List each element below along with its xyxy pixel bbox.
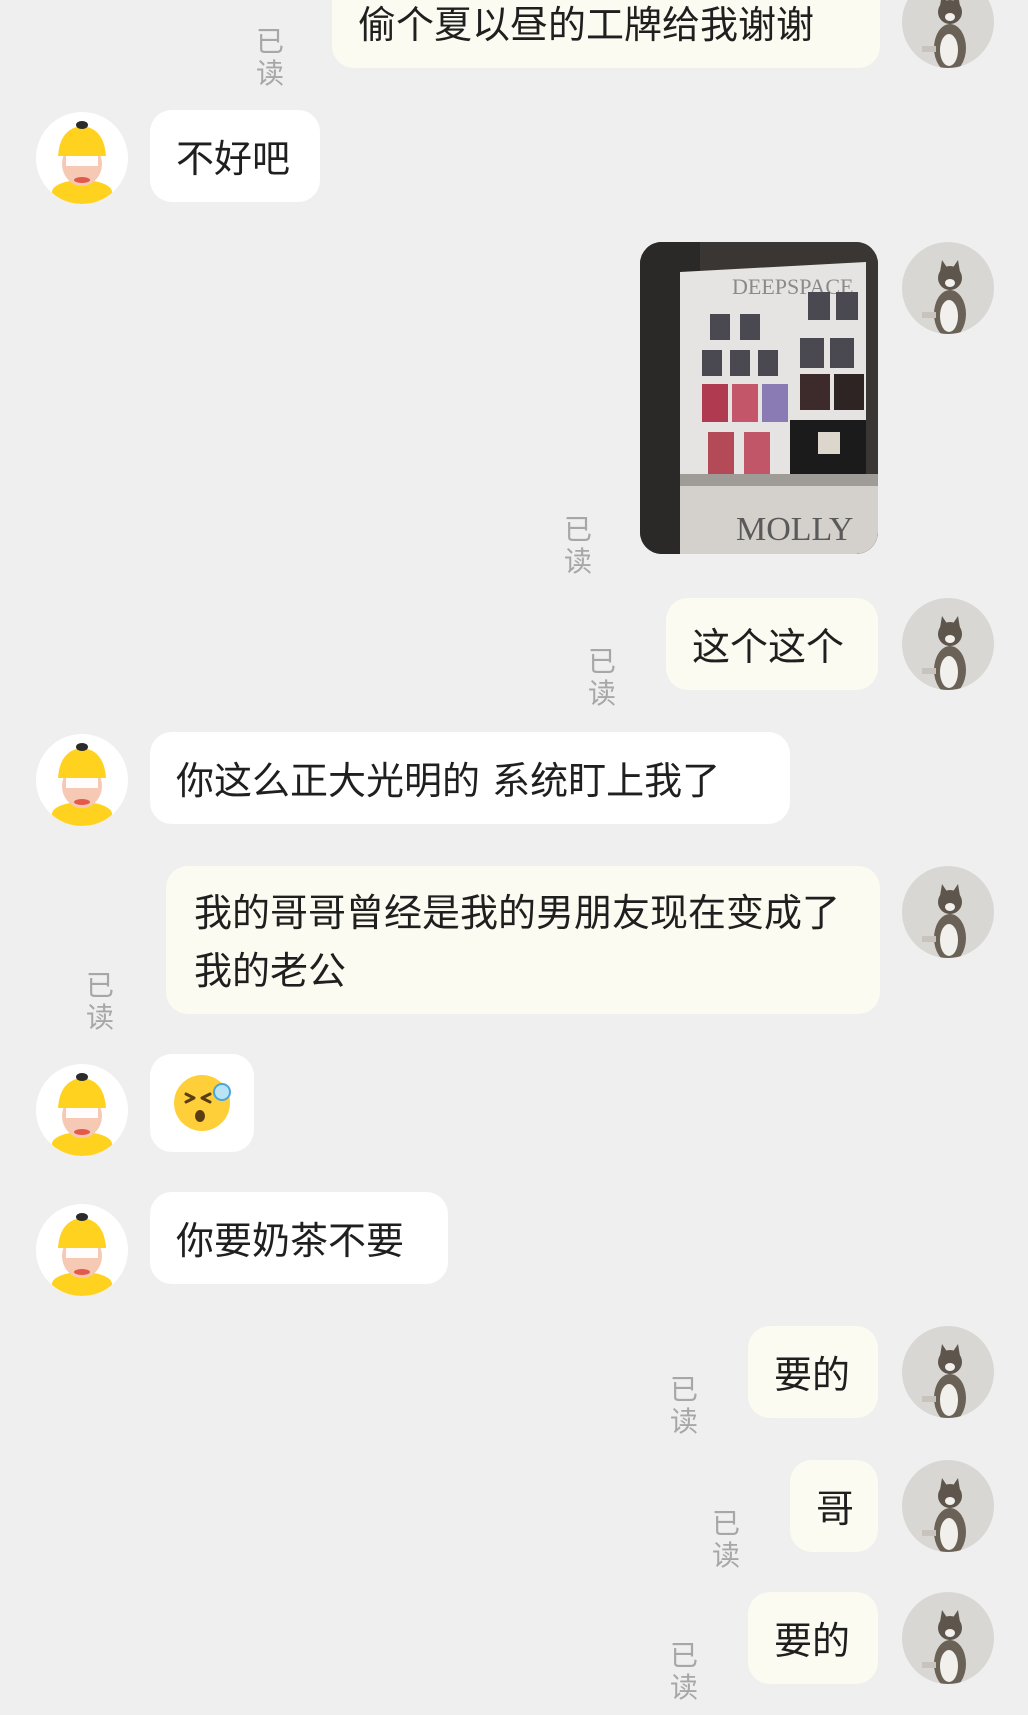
message-bubble[interactable]: 要的 (748, 1326, 878, 1418)
cat-avatar-icon (902, 0, 994, 68)
user-avatar[interactable] (902, 598, 994, 690)
cat-avatar-icon (902, 1326, 994, 1418)
message-bubble[interactable] (150, 1054, 254, 1152)
contact-avatar[interactable] (36, 734, 128, 826)
message-bubble[interactable]: 要的 (748, 1592, 878, 1684)
cat-avatar-icon (902, 1460, 994, 1552)
user-avatar[interactable] (902, 0, 994, 68)
read-receipt: 已读 (256, 25, 285, 90)
message-bubble[interactable]: 这个这个 (666, 598, 878, 690)
user-avatar[interactable] (902, 242, 994, 334)
photo-logo-text: MOLLY (736, 511, 853, 548)
sweat-squint-emoji-icon (174, 1075, 231, 1131)
shared-photo[interactable]: DEEPSPACE MOLLY (640, 242, 878, 554)
user-avatar[interactable] (902, 1592, 994, 1684)
read-receipt: 已读 (670, 1373, 699, 1438)
read-receipt: 已读 (670, 1639, 699, 1704)
read-receipt: 已读 (564, 513, 593, 578)
photo-sign-text: DEEPSPACE (732, 274, 853, 299)
contact-avatar[interactable] (36, 112, 128, 204)
contact-avatar[interactable] (36, 1204, 128, 1296)
duck-hat-avatar-icon (36, 112, 128, 204)
message-bubble[interactable]: 哥 (790, 1460, 878, 1552)
read-receipt: 已读 (588, 645, 617, 710)
message-bubble[interactable]: 我的哥哥曾经是我的男朋友现在变成了我的老公 (166, 866, 880, 1014)
contact-avatar[interactable] (36, 1064, 128, 1156)
cat-avatar-icon (902, 242, 994, 334)
cat-avatar-icon (902, 1592, 994, 1684)
read-receipt: 已读 (86, 969, 115, 1034)
cat-avatar-icon (902, 598, 994, 690)
message-bubble[interactable]: 偷个夏以昼的工牌给我谢谢 (332, 0, 880, 68)
duck-hat-avatar-icon (36, 1204, 128, 1296)
duck-hat-avatar-icon (36, 1064, 128, 1156)
read-receipt: 已读 (712, 1507, 741, 1572)
message-bubble[interactable]: 你这么正大光明的 系统盯上我了 (150, 732, 790, 824)
user-avatar[interactable] (902, 1326, 994, 1418)
user-avatar[interactable] (902, 866, 994, 958)
photo-content-icon: DEEPSPACE MOLLY (640, 242, 878, 554)
user-avatar[interactable] (902, 1460, 994, 1552)
message-bubble[interactable]: 不好吧 (150, 110, 320, 202)
cat-avatar-icon (902, 866, 994, 958)
duck-hat-avatar-icon (36, 734, 128, 826)
message-bubble[interactable]: 你要奶茶不要 (150, 1192, 448, 1284)
